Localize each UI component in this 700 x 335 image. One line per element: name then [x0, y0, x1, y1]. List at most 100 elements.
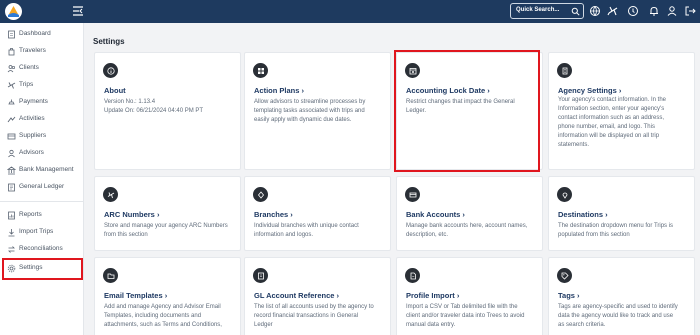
sidebar-item-reconciliations[interactable]: Reconciliations: [4, 242, 82, 258]
card-about[interactable]: About Version No.: 1.13.4 Update On: 06/2…: [94, 52, 241, 170]
chevron-right-icon: ›: [462, 210, 465, 219]
card-description: Individual branches with unique contact i…: [254, 223, 359, 238]
sidebar-item-label: Dashboard: [19, 30, 51, 37]
bank-icon: [7, 166, 16, 175]
chevron-right-icon: ›: [156, 210, 160, 219]
card-branches[interactable]: Branches › Individual branches with uniq…: [244, 176, 391, 251]
chevron-right-icon: ›: [618, 86, 622, 95]
sidebar-item-activities[interactable]: Activities: [4, 112, 82, 128]
user-icon[interactable]: [666, 5, 678, 17]
help-icon[interactable]: [627, 5, 639, 17]
chevron-right-icon: ›: [164, 291, 168, 300]
plane-icon: [7, 82, 16, 89]
sidebar-item-dashboard[interactable]: Dashboard: [4, 27, 82, 43]
globe-icon[interactable]: [589, 5, 601, 17]
sidebar-item-label: Trips: [19, 81, 34, 88]
ledger-icon: [8, 183, 15, 192]
sidebar-item-label: Advisors: [19, 149, 44, 156]
sidebar-item-bank-management[interactable]: Bank Management: [4, 163, 82, 179]
sidebar-item-reports[interactable]: Reports: [4, 208, 82, 224]
card-tags[interactable]: Tags › Tags are agency-specific and used…: [548, 257, 695, 335]
card-destinations[interactable]: Destinations › The destination dropdown …: [548, 176, 695, 251]
chevron-right-icon: ›: [301, 86, 305, 95]
sidebar-item-suppliers[interactable]: Suppliers: [4, 129, 82, 145]
sidebar-item-travelers[interactable]: Travelers: [4, 44, 82, 60]
map-pin-icon: [557, 187, 572, 202]
reports-icon: [8, 211, 15, 220]
activities-icon: [7, 116, 16, 123]
grid-icon: [253, 63, 268, 78]
card-title: GL Account Reference ›: [254, 291, 340, 300]
sidebar: Dashboard Travelers Clients Trips Paymen…: [0, 23, 84, 335]
folder-icon: [103, 268, 118, 283]
chevron-right-icon: ›: [456, 291, 460, 300]
chevron-right-icon: ›: [577, 291, 580, 300]
quick-search-placeholder: Quick Search...: [516, 7, 560, 13]
card-title: Tags ›: [558, 291, 580, 300]
accounting-lock-highlight-box: [394, 50, 540, 172]
card-description: Version No.: 1.13.4 Update On: 06/21/2024…: [104, 99, 204, 114]
sidebar-item-advisors[interactable]: Advisors: [4, 146, 82, 162]
suppliers-icon: [7, 133, 16, 140]
quick-search-input[interactable]: Quick Search...: [510, 3, 584, 19]
top-bar: Quick Search...: [0, 0, 700, 23]
sidebar-item-label: Bank Management: [19, 166, 74, 173]
reconciliations-icon: [8, 246, 15, 253]
plane-icon: [103, 187, 118, 202]
file-import-icon: [405, 268, 420, 283]
sidebar-item-clients[interactable]: Clients: [4, 61, 82, 77]
card-email-templates[interactable]: Email Templates › Add and manage Agency …: [94, 257, 241, 335]
info-icon: [103, 63, 118, 78]
card-description: The list of all accounts used by the age…: [254, 304, 374, 328]
card-title: Agency Settings ›: [558, 86, 622, 95]
sidebar-item-label: Activities: [19, 115, 45, 122]
app-logo[interactable]: [5, 3, 22, 20]
traveler-icon: [8, 48, 15, 56]
card-title: Branches ›: [254, 210, 293, 219]
card-agency-settings[interactable]: Agency Settings › Your agency's contact …: [548, 52, 695, 170]
tag-icon: [557, 268, 572, 283]
sidebar-item-label: General Ledger: [19, 183, 65, 190]
card-title: Bank Accounts ›: [406, 210, 465, 219]
building-icon: [557, 63, 572, 78]
card-description: Add and manage Agency and Advisor Email T…: [104, 304, 222, 328]
card-title: About: [104, 86, 126, 95]
sidebar-item-label: Travelers: [19, 47, 46, 54]
document-icon: [8, 30, 15, 39]
sidebar-item-label: Payments: [19, 98, 48, 105]
sidebar-item-import-trips[interactable]: Import Trips: [4, 225, 82, 241]
card-title: Destinations ›: [558, 210, 608, 219]
card-bank-accounts[interactable]: Bank Accounts › Manage bank accounts her…: [396, 176, 543, 251]
sidebar-item-payments[interactable]: Payments: [4, 95, 82, 111]
card-description: Store and manage your agency ARC Numbers…: [104, 223, 228, 238]
menu-collapse-icon[interactable]: [72, 5, 84, 17]
chevron-right-icon: ›: [605, 210, 608, 219]
clients-icon: [7, 65, 16, 73]
sidebar-item-label: Clients: [19, 64, 39, 71]
card-action-plans[interactable]: Action Plans › Allow advisors to streaml…: [244, 52, 391, 170]
advisors-icon: [8, 149, 15, 158]
sidebar-item-general-ledger[interactable]: General Ledger: [4, 180, 82, 196]
card-title: Profile Import ›: [406, 291, 460, 300]
sidebar-item-label: Suppliers: [19, 132, 47, 139]
logout-icon[interactable]: [684, 5, 696, 17]
sidebar-item-trips[interactable]: Trips: [4, 78, 82, 94]
card-title: ARC Numbers ›: [104, 210, 160, 219]
bell-icon[interactable]: [648, 5, 660, 17]
card-description: Tags are agency-specific and used to ide…: [558, 304, 678, 328]
card-description: Import a CSV or Tab delimited file with …: [406, 304, 525, 328]
chevron-right-icon: ›: [290, 210, 293, 219]
card-description: Your agency's contact information. In th…: [558, 97, 666, 148]
gl-icon: [253, 268, 268, 283]
card-gl-account-reference[interactable]: GL Account Reference › The list of all a…: [244, 257, 391, 335]
card-description: Manage bank accounts here, account names…: [406, 223, 528, 238]
card-arc-numbers[interactable]: ARC Numbers › Store and manage your agen…: [94, 176, 241, 251]
settings-highlight-box: [2, 258, 83, 280]
card-description: Allow advisors to streamline processes b…: [254, 99, 366, 123]
payments-icon: [8, 99, 15, 105]
card-title: Email Templates ›: [104, 291, 168, 300]
plane-icon[interactable]: [607, 5, 619, 17]
sidebar-item-label: Reports: [19, 211, 42, 218]
card-profile-import[interactable]: Profile Import › Import a CSV or Tab del…: [396, 257, 543, 335]
search-icon[interactable]: [571, 7, 580, 16]
